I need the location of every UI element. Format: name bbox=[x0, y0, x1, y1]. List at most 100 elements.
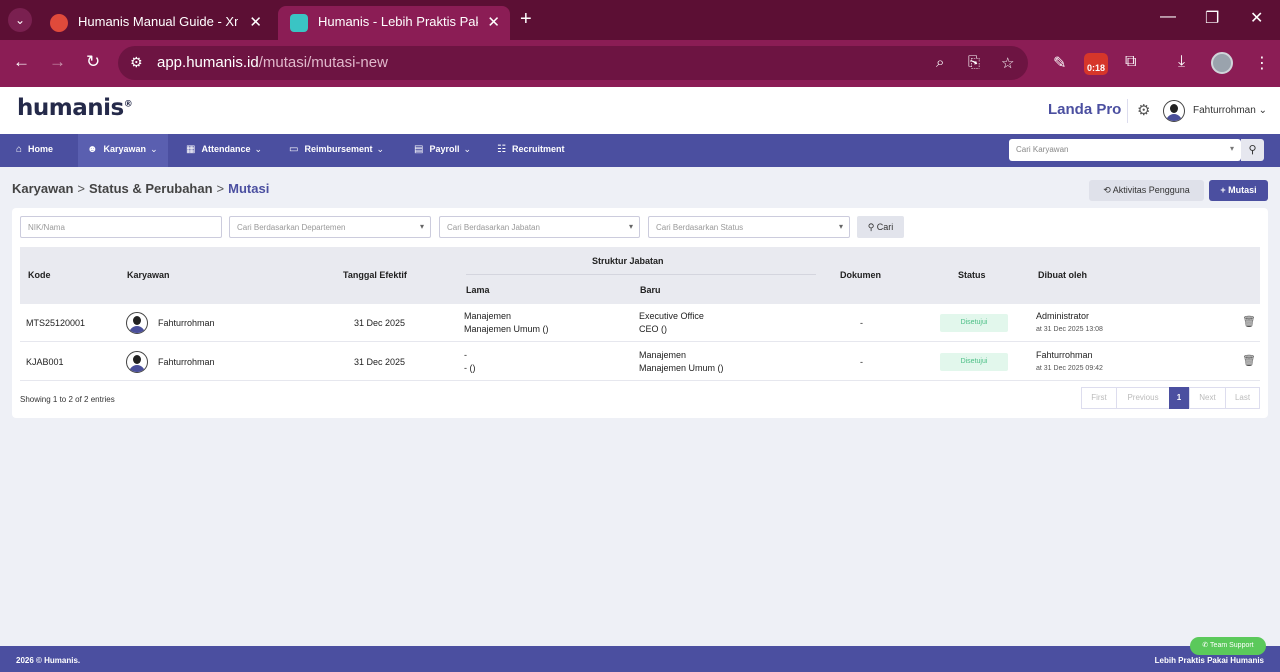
extensions-puzzle-icon[interactable]: ⧉ bbox=[1125, 53, 1136, 71]
forward-icon[interactable]: → bbox=[49, 52, 66, 72]
cell-dokumen: - bbox=[860, 318, 863, 328]
back-icon[interactable]: ← bbox=[13, 52, 30, 72]
bookmark-star-icon[interactable]: ☆ bbox=[1001, 54, 1014, 72]
breadcrumb-item-mutasi: Mutasi bbox=[228, 181, 270, 196]
new-tab-icon[interactable]: + bbox=[520, 8, 532, 31]
nav-label: Karyawan bbox=[103, 144, 147, 154]
user-avatar[interactable] bbox=[1163, 100, 1185, 122]
tab-list-chevron-icon[interactable]: ⌄ bbox=[8, 8, 32, 32]
nik-name-input[interactable]: NIK/Nama bbox=[20, 216, 222, 238]
xmind-favicon-icon bbox=[50, 14, 68, 32]
url-domain: app.humanis.id bbox=[157, 54, 259, 71]
search-label: Cari bbox=[876, 222, 894, 232]
nav-item-home[interactable]: ⌂ Home bbox=[16, 144, 53, 155]
nav-item-attendance[interactable]: ▦ Attendance ⌄ bbox=[186, 144, 262, 155]
profile-avatar-icon[interactable] bbox=[1211, 52, 1233, 74]
support-label: Team Support bbox=[1210, 642, 1254, 649]
cell-baru-dept: Executive Office bbox=[639, 311, 704, 321]
close-tab-icon[interactable]: ✕ bbox=[249, 13, 262, 31]
site-info-icon[interactable]: ⚙ bbox=[130, 54, 143, 71]
home-icon: ⌂ bbox=[16, 144, 23, 155]
trash-icon[interactable]: 🗑 bbox=[1242, 315, 1256, 328]
breadcrumb-separator: > bbox=[216, 181, 225, 196]
col-header-baru: Baru bbox=[640, 285, 661, 295]
employee-search-select[interactable]: Cari Karyawan ▾ bbox=[1009, 139, 1241, 161]
employee-avatar bbox=[126, 351, 148, 373]
pager-current[interactable]: 1 bbox=[1169, 387, 1189, 409]
download-icon[interactable]: ⤓ bbox=[1178, 53, 1185, 71]
status-select[interactable]: Cari Berdasarkan Status ▾ bbox=[648, 216, 850, 238]
close-window-icon[interactable]: ✕ bbox=[1250, 8, 1263, 28]
search-icon[interactable]: ⚲ bbox=[1241, 139, 1264, 161]
cell-dibuat-oleh: Administrator bbox=[1036, 311, 1090, 321]
zoom-icon[interactable]: ⌕ bbox=[936, 54, 944, 71]
pager-first[interactable]: First bbox=[1081, 387, 1117, 409]
add-mutasi-button[interactable]: + Mutasi bbox=[1209, 180, 1268, 201]
table-row[interactable]: KJAB001 Fahturrohman 31 Dec 2025 - - () … bbox=[20, 343, 1260, 381]
input-placeholder: NIK/Nama bbox=[28, 223, 65, 232]
trash-icon[interactable]: 🗑 bbox=[1242, 354, 1256, 367]
whatsapp-icon: ✆ bbox=[1202, 642, 1209, 649]
chevron-down-icon: ⌄ bbox=[1258, 105, 1267, 116]
col-header-karyawan: Karyawan bbox=[127, 270, 170, 280]
cell-dokumen: - bbox=[860, 357, 863, 367]
position-select[interactable]: Cari Berdasarkan Jabatan ▾ bbox=[439, 216, 640, 238]
activity-button[interactable]: ⟲ Aktivitas Pengguna bbox=[1089, 180, 1204, 201]
url-text: app.humanis.id/mutasi/mutasi-new bbox=[157, 54, 388, 71]
settings-gear-icon[interactable]: ⚙ bbox=[1137, 101, 1150, 119]
pager-next[interactable]: Next bbox=[1189, 387, 1226, 409]
address-bar[interactable]: ⚙ app.humanis.id/mutasi/mutasi-new ⌕ ⎘ ☆ bbox=[118, 46, 1028, 80]
close-tab-icon[interactable]: ✕ bbox=[487, 13, 500, 31]
chevron-down-icon: ⌄ bbox=[254, 144, 263, 154]
nav-item-payroll[interactable]: ▤ Payroll ⌄ bbox=[414, 144, 471, 155]
nav-item-reimbursement[interactable]: ▭ Reimbursement ⌄ bbox=[289, 144, 384, 155]
breadcrumb-item-status[interactable]: Status & Perubahan bbox=[89, 181, 213, 196]
pager-previous[interactable]: Previous bbox=[1116, 387, 1170, 409]
select-placeholder: Cari Berdasarkan Status bbox=[656, 223, 744, 232]
reload-icon[interactable]: ↻ bbox=[86, 52, 100, 72]
cell-dibuat-oleh: Fahturrohman bbox=[1036, 350, 1093, 360]
logo-mark: ® bbox=[123, 99, 133, 110]
table-row[interactable]: MTS25120001 Fahturrohman 31 Dec 2025 Man… bbox=[20, 304, 1260, 342]
cell-baru-position: CEO () bbox=[639, 324, 667, 334]
cell-karyawan: Fahturrohman bbox=[158, 357, 215, 367]
user-menu[interactable]: Fahturrohman ⌄ bbox=[1193, 105, 1267, 116]
cell-baru-dept: Manajemen bbox=[639, 350, 687, 360]
footer-tagline: Lebih Praktis Pakai Humanis bbox=[1154, 656, 1264, 665]
humanis-logo[interactable]: humanis® bbox=[17, 95, 133, 121]
calendar-icon: ▦ bbox=[186, 144, 196, 155]
activity-label: Aktivitas Pengguna bbox=[1112, 185, 1190, 195]
restore-icon[interactable]: ❐ bbox=[1205, 8, 1219, 28]
browser-tab-xmind[interactable]: Humanis Manual Guide - Xmind ✕ bbox=[38, 6, 272, 40]
payroll-icon: ▤ bbox=[414, 144, 424, 155]
company-name[interactable]: Landa Pro bbox=[1048, 101, 1121, 118]
nav-label: Home bbox=[28, 144, 54, 154]
search-button[interactable]: ⚲ Cari bbox=[857, 216, 904, 238]
nav-item-recruitment[interactable]: ☷ Recruitment bbox=[497, 144, 564, 155]
cell-kode: MTS25120001 bbox=[26, 318, 86, 328]
pager-last[interactable]: Last bbox=[1225, 387, 1260, 409]
nav-item-karyawan[interactable]: ☻ Karyawan ⌄ bbox=[87, 144, 158, 155]
select-placeholder: Cari Berdasarkan Jabatan bbox=[447, 223, 540, 232]
breadcrumb-item-karyawan[interactable]: Karyawan bbox=[12, 181, 73, 196]
col-header-status: Status bbox=[958, 270, 986, 280]
col-header-tanggal: Tanggal Efektif bbox=[343, 270, 407, 280]
team-support-button[interactable]: ✆ Team Support bbox=[1190, 637, 1266, 655]
add-label: Mutasi bbox=[1228, 185, 1257, 195]
browser-tab-humanis[interactable]: Humanis - Lebih Praktis Pakai Humanis ✕ bbox=[278, 6, 510, 40]
plus-icon: + bbox=[1220, 185, 1226, 195]
cell-lama-dept: - bbox=[464, 350, 467, 360]
history-icon: ⟲ bbox=[1103, 185, 1111, 195]
timer-extension-icon[interactable]: 0:18 bbox=[1084, 53, 1108, 75]
cell-dibuat-at: at 31 Dec 2025 13:08 bbox=[1036, 326, 1103, 333]
nav-label: Reimbursement bbox=[304, 144, 373, 154]
cell-lama-position: - () bbox=[464, 363, 476, 373]
employee-avatar bbox=[126, 312, 148, 334]
browser-menu-icon[interactable]: ⋮ bbox=[1254, 53, 1270, 73]
cell-tanggal: 31 Dec 2025 bbox=[354, 357, 406, 367]
extension-feather-icon[interactable]: ✎ bbox=[1053, 53, 1066, 73]
minimize-icon[interactable]: — bbox=[1160, 8, 1176, 26]
nav-label: Recruitment bbox=[511, 144, 565, 154]
department-select[interactable]: Cari Berdasarkan Departemen ▾ bbox=[229, 216, 431, 238]
install-app-icon[interactable]: ⎘ bbox=[968, 54, 980, 71]
